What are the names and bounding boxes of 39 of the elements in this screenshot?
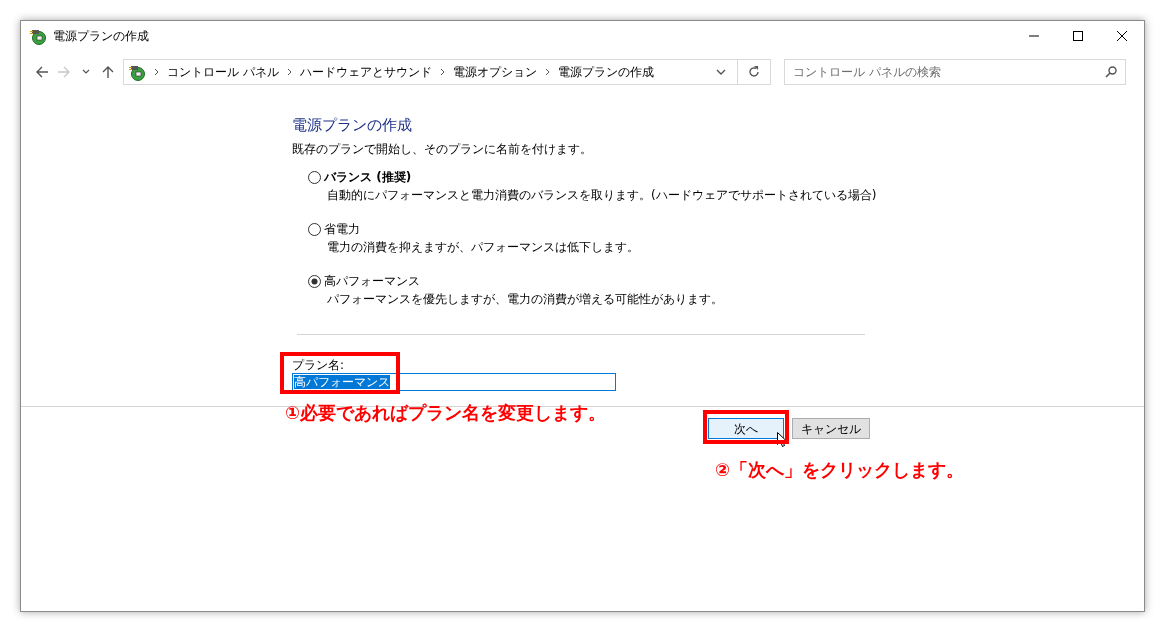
annotation-text: ①必要であればプラン名を変更します。 [285,405,607,421]
maximize-icon[interactable] [1073,31,1083,41]
plan-name-field[interactable]: 高パフォーマンス [292,373,616,391]
address-bar[interactable]: コントロール パネル ハードウェアとサウンド 電源オプション 電源プランの作成 [123,59,771,85]
radio-button[interactable] [308,222,321,236]
chevron-right-icon [154,68,159,76]
field-label: プラン名: [292,357,345,373]
plan-option-label[interactable]: 高パフォーマンス [324,273,420,289]
breadcrumb-link[interactable]: コントロール パネル [167,63,279,81]
intro-text: 既存のプランで開始し、そのプランに名前を付けます。 [292,141,592,157]
plan-option-label[interactable]: バランス (推奨) [324,169,412,185]
radio-button[interactable] [308,170,321,184]
breadcrumb-link[interactable]: 電源プランの作成 [557,63,654,81]
back-arrow-icon[interactable] [35,65,49,79]
plan-description: 自動的にパフォーマンスと電力消費のバランスを取ります。(ハードウェアでサポートされている場合) [327,187,877,203]
search-icon[interactable] [1105,66,1117,78]
chevron-down-icon[interactable] [716,69,726,75]
page-heading: 電源プランの作成 [292,115,413,135]
search-field[interactable]: コントロール パネルの検索 [784,59,1126,85]
breadcrumb-link[interactable]: ハードウェアとサウンド [299,63,432,81]
next-button[interactable]: 次へ [708,418,784,439]
plan-description: 電力の消費を抑えますが、パフォーマンスは低下します。 [327,239,639,255]
plan-description: パフォーマンスを優先しますが、電力の消費が増える可能性があります。 [327,291,723,307]
breadcrumb-link[interactable]: 電源オプション [452,63,537,81]
chevron-down-icon[interactable] [82,69,90,75]
power-plan-icon [29,27,47,45]
annotation-text: ②「次へ」をクリックします。 [715,462,965,478]
plan-option-label[interactable]: 省電力 [324,221,360,237]
chevron-right-icon [544,68,550,76]
mouse-cursor-icon [777,432,787,447]
up-arrow-icon[interactable] [101,65,115,79]
chevron-right-icon [439,68,445,76]
chevron-right-icon [286,68,292,76]
window-title: 電源プランの作成 [53,27,150,45]
refresh-icon[interactable] [748,66,760,78]
close-icon[interactable] [1117,31,1127,41]
cancel-button[interactable]: キャンセル [792,418,870,439]
radio-button[interactable] [308,274,321,288]
power-plan-icon [128,63,146,81]
